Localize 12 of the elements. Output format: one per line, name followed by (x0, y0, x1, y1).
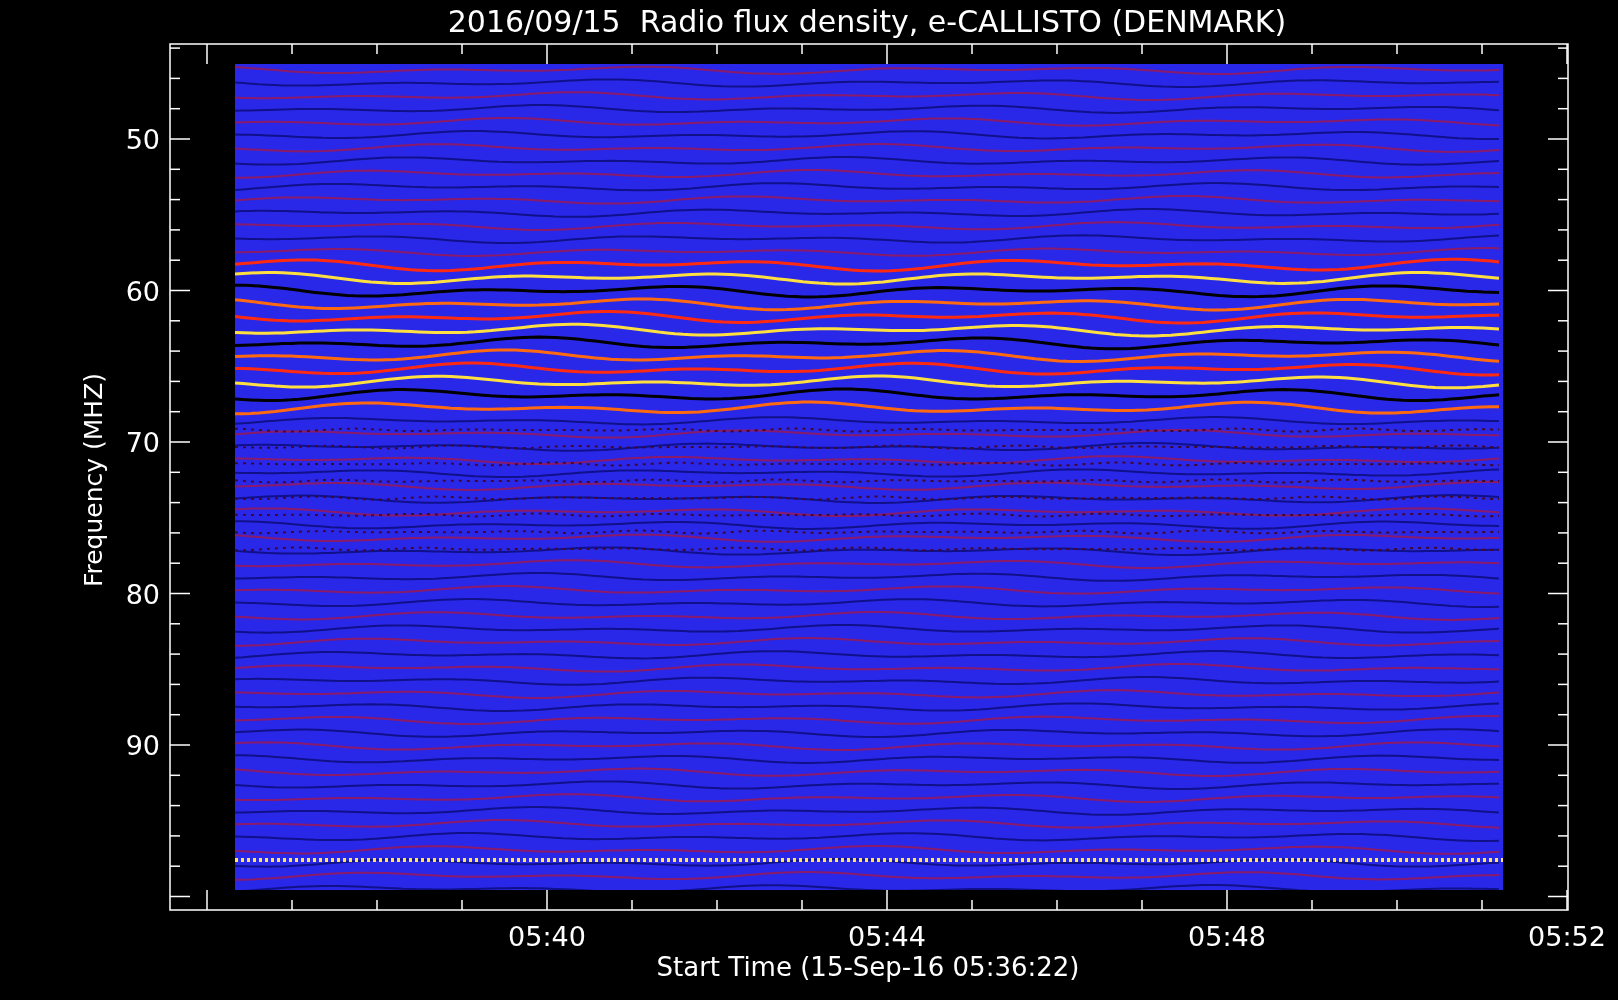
y-tick-label: 90 (125, 730, 160, 761)
chart-title: 2016/09/15 Radio flux density, e-CALLISTO (DENMARK) (447, 4, 1287, 39)
y-tick-label: 50 (125, 124, 160, 155)
x-tick-label: 05:52 (1528, 921, 1606, 952)
y-axis-label: Frequency (MHZ) (79, 372, 108, 588)
x-tick-label: 05:44 (848, 921, 926, 952)
y-tick-label: 70 (125, 427, 160, 458)
y-tick-label: 60 (125, 275, 160, 307)
y-tick-label: 80 (125, 578, 160, 610)
x-tick-label: 05:48 (1188, 921, 1266, 952)
x-axis-label: Start Time (15-Sep-16 05:36:22) (656, 952, 1080, 982)
x-tick-label: 05:40 (508, 921, 586, 952)
